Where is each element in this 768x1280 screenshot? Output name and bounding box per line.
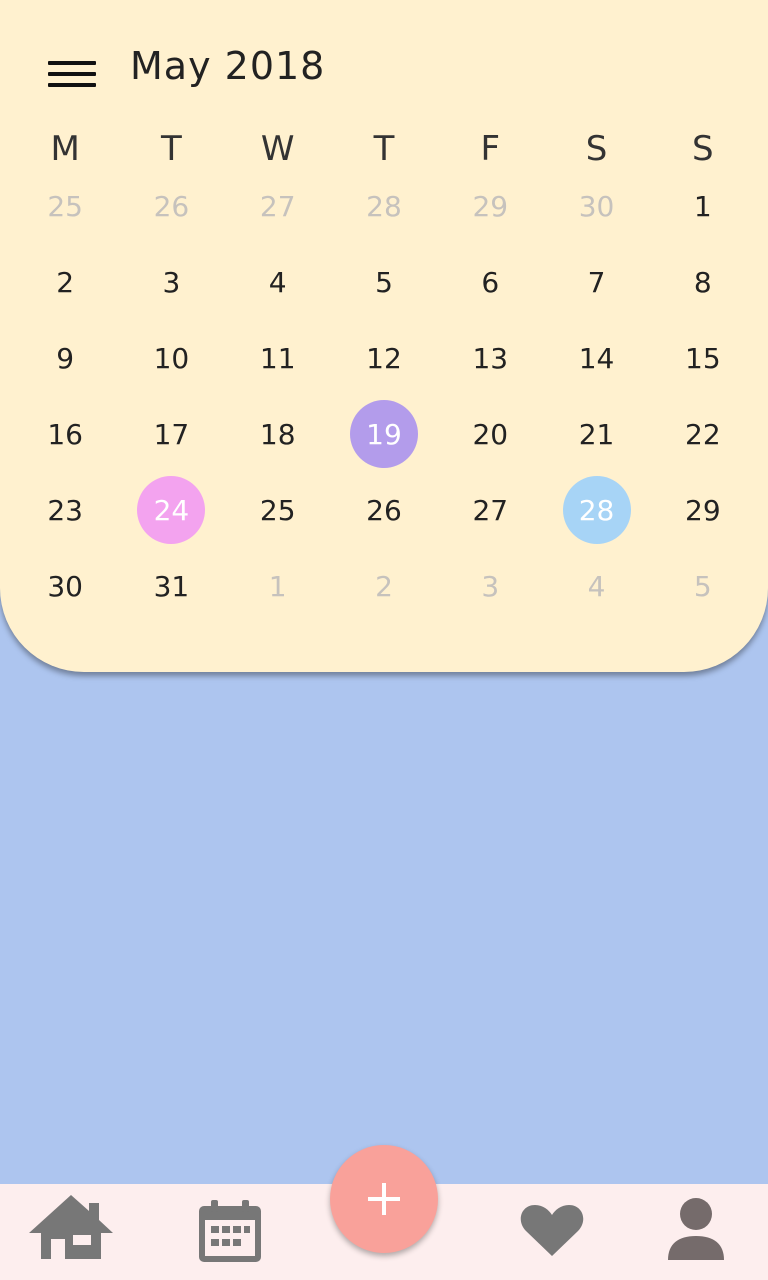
home-icon[interactable]	[26, 1192, 116, 1262]
day-number: 4	[587, 569, 606, 603]
day-cell[interactable]: 6	[437, 244, 543, 320]
calendar-card: May 2018 M T W T F S S 25 26 27 28 29 30 1 2 3 4 5…	[0, 0, 768, 672]
day-cell[interactable]: 26	[331, 472, 437, 548]
day-cell[interactable]: 22	[650, 396, 756, 472]
day-cell[interactable]: 31	[118, 548, 224, 624]
day-number: 28	[562, 476, 631, 544]
day-cell-outside-month[interactable]: 3	[437, 548, 543, 624]
day-number: 11	[259, 341, 296, 375]
day-number: 7	[587, 265, 606, 299]
day-cell[interactable]: 5	[331, 244, 437, 320]
day-cell[interactable]: 3	[118, 244, 224, 320]
day-number: 27	[472, 493, 509, 527]
day-cell[interactable]: 19	[331, 396, 437, 472]
person-icon[interactable]	[664, 1192, 728, 1266]
day-number: 23	[47, 493, 83, 527]
day-cell[interactable]: 16	[12, 396, 118, 472]
day-number: 17	[153, 417, 190, 451]
day-number: 26	[153, 189, 190, 223]
day-cell[interactable]: 9	[12, 320, 118, 396]
day-number: 8	[693, 265, 712, 299]
day-cell-outside-month[interactable]: 4	[543, 548, 649, 624]
day-number: 25	[259, 493, 296, 527]
day-cell[interactable]: 2	[12, 244, 118, 320]
day-number: 5	[693, 569, 712, 603]
day-cell[interactable]: 1	[650, 168, 756, 244]
add-button[interactable]	[330, 1145, 438, 1253]
day-cell[interactable]: 25	[225, 472, 331, 548]
day-number: 4	[268, 265, 287, 299]
day-cell[interactable]: 11	[225, 320, 331, 396]
day-cell[interactable]: 7	[543, 244, 649, 320]
day-cell-outside-month[interactable]: 29	[437, 168, 543, 244]
day-cell[interactable]: 28	[543, 472, 649, 548]
day-cell[interactable]: 20	[437, 396, 543, 472]
day-cell[interactable]: 17	[118, 396, 224, 472]
day-cell-outside-month[interactable]: 26	[118, 168, 224, 244]
day-cell[interactable]: 14	[543, 320, 649, 396]
day-cell-outside-month[interactable]: 5	[650, 548, 756, 624]
month-title: May 2018	[130, 44, 326, 88]
day-number: 10	[153, 341, 190, 375]
day-number: 12	[366, 341, 402, 375]
day-number: 5	[375, 265, 393, 299]
day-number: 26	[366, 493, 402, 527]
plus-icon	[368, 1183, 400, 1215]
day-number: 16	[47, 417, 83, 451]
day-cell-outside-month[interactable]: 30	[543, 168, 649, 244]
day-cell[interactable]: 18	[225, 396, 331, 472]
menu-icon[interactable]	[44, 54, 100, 94]
day-cell[interactable]: 24	[118, 472, 224, 548]
menu-icon-bar	[48, 72, 96, 76]
day-number: 19	[349, 400, 418, 468]
day-number: 9	[56, 341, 75, 375]
day-number: 25	[47, 189, 83, 223]
day-number: 3	[162, 265, 181, 299]
heart-icon[interactable]	[518, 1200, 586, 1260]
day-cell[interactable]: 27	[437, 472, 543, 548]
day-number: 31	[153, 569, 190, 603]
day-number: 29	[685, 493, 721, 527]
day-number: 2	[56, 265, 75, 299]
day-number: 20	[472, 417, 509, 451]
day-number: 15	[685, 341, 721, 375]
day-number: 14	[578, 341, 615, 375]
day-number: 6	[481, 265, 500, 299]
day-cell[interactable]: 13	[437, 320, 543, 396]
day-cell-outside-month[interactable]: 27	[225, 168, 331, 244]
day-cell[interactable]: 12	[331, 320, 437, 396]
day-number: 2	[375, 569, 393, 603]
days-grid: 25 26 27 28 29 30 1 2 3 4 5 6 7 8 9 10 11 12 13 14 15 16 17 18 1…	[12, 168, 756, 624]
day-number: 30	[578, 189, 615, 223]
day-cell[interactable]: 29	[650, 472, 756, 548]
day-number: 13	[472, 341, 509, 375]
day-number: 1	[268, 569, 287, 603]
day-number: 1	[693, 189, 712, 223]
day-number: 27	[259, 189, 296, 223]
day-cell-outside-month[interactable]: 28	[331, 168, 437, 244]
day-number: 28	[366, 189, 402, 223]
day-cell[interactable]: 30	[12, 548, 118, 624]
day-cell[interactable]: 10	[118, 320, 224, 396]
menu-icon-bar	[48, 83, 96, 87]
day-number: 21	[578, 417, 615, 451]
calendar-icon[interactable]	[196, 1196, 264, 1266]
day-cell-outside-month[interactable]: 2	[331, 548, 437, 624]
day-number: 30	[47, 569, 83, 603]
day-number: 3	[481, 569, 500, 603]
day-number: 22	[685, 417, 721, 451]
day-cell[interactable]: 15	[650, 320, 756, 396]
day-number: 24	[137, 476, 206, 544]
day-number: 18	[259, 417, 296, 451]
day-cell[interactable]: 4	[225, 244, 331, 320]
menu-icon-bar	[48, 61, 96, 65]
day-cell-outside-month[interactable]: 25	[12, 168, 118, 244]
day-cell[interactable]: 21	[543, 396, 649, 472]
day-number: 29	[472, 189, 509, 223]
day-cell-outside-month[interactable]: 1	[225, 548, 331, 624]
day-cell[interactable]: 8	[650, 244, 756, 320]
day-cell[interactable]: 23	[12, 472, 118, 548]
